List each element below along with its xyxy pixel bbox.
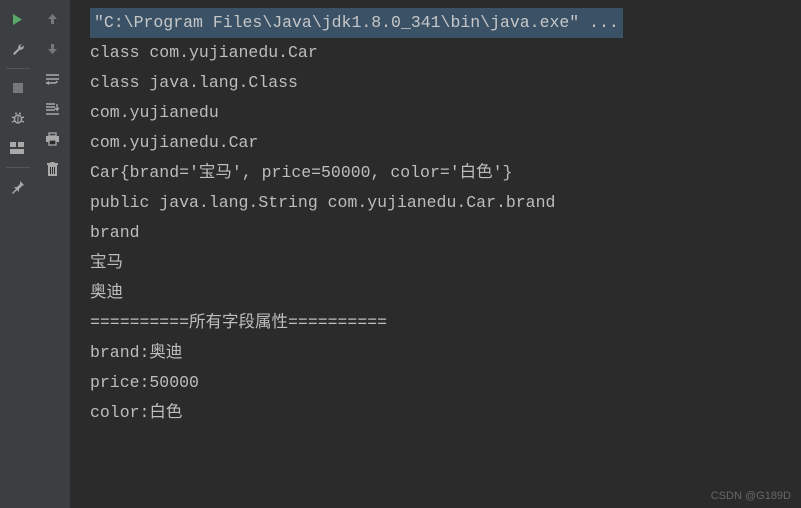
soft-wrap-button[interactable] [40, 66, 66, 92]
run-button[interactable] [5, 6, 31, 32]
divider [6, 167, 30, 168]
console-line: brand:奥迪 [90, 338, 801, 368]
bug-button[interactable] [5, 105, 31, 131]
console-line: ==========所有字段属性========== [90, 308, 801, 338]
console-line: "C:\Program Files\Java\jdk1.8.0_341\bin\… [90, 8, 623, 38]
console-line: class java.lang.Class [90, 68, 801, 98]
console-line: public java.lang.String com.yujianedu.Ca… [90, 188, 801, 218]
print-button[interactable] [40, 126, 66, 152]
console-line: 宝马 [90, 248, 801, 278]
pin-button[interactable] [5, 174, 31, 200]
layout-button[interactable] [5, 135, 31, 161]
divider [6, 68, 30, 69]
trash-button[interactable] [40, 156, 66, 182]
console-line: 奥迪 [90, 278, 801, 308]
console-line: com.yujianedu.Car [90, 128, 801, 158]
wrench-button[interactable] [5, 36, 31, 62]
console-line: price:50000 [90, 368, 801, 398]
secondary-toolbar [35, 0, 70, 508]
scroll-to-end-button[interactable] [40, 96, 66, 122]
console-line: com.yujianedu [90, 98, 801, 128]
arrow-up-button[interactable] [40, 6, 66, 32]
arrow-down-button[interactable] [40, 36, 66, 62]
console-line: color:白色 [90, 398, 801, 428]
primary-toolbar [0, 0, 35, 508]
stop-button[interactable] [5, 75, 31, 101]
console-line: Car{brand='宝马', price=50000, color='白色'} [90, 158, 801, 188]
watermark: CSDN @G189D [711, 490, 791, 502]
console-line: class com.yujianedu.Car [90, 38, 801, 68]
console-output[interactable]: "C:\Program Files\Java\jdk1.8.0_341\bin\… [70, 0, 801, 508]
console-line: brand [90, 218, 801, 248]
